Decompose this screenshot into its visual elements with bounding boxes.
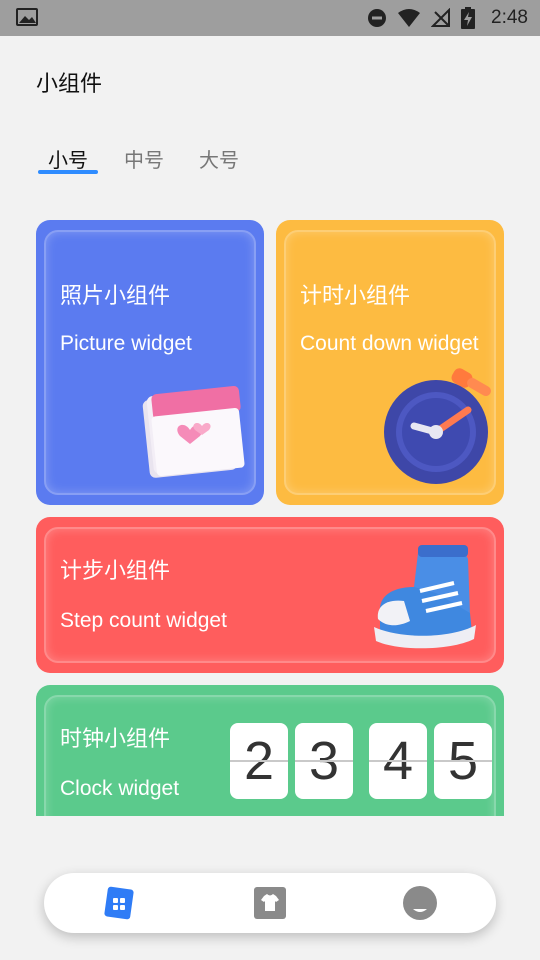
step-count-widget-card[interactable]: 计步小组件 Step count widget — [36, 517, 504, 673]
flip-digit-hour-tens: 2 — [230, 723, 288, 799]
sneaker-icon — [374, 545, 476, 649]
page-title: 小组件 — [36, 72, 103, 97]
countdown-widget-subtitle: Count down widget — [300, 332, 479, 355]
flip-digit-minute-tens: 4 — [369, 723, 427, 799]
theme-shirt-icon[interactable] — [252, 885, 288, 921]
widgets-icon[interactable] — [102, 885, 138, 921]
image-icon — [16, 8, 38, 26]
tab-large[interactable]: 大号 — [199, 144, 239, 173]
do-not-disturb-icon — [368, 9, 387, 27]
size-tabs: 小号 中号 大号 — [38, 140, 298, 180]
picture-widget-card[interactable]: 照片小组件 Picture widget — [36, 220, 264, 505]
step-widget-subtitle: Step count widget — [60, 609, 227, 632]
flip-digit-hour-ones: 3 — [295, 723, 353, 799]
step-widget-title: 计步小组件 — [60, 559, 171, 584]
flip-clock: 2 3 4 5 — [230, 723, 499, 799]
clock-widget-subtitle: Clock widget — [60, 777, 180, 800]
clock-widget-card[interactable]: 时钟小组件 Clock widget 2 3 4 5 — [36, 685, 504, 817]
stopwatch-icon — [384, 368, 491, 484]
tab-small[interactable]: 小号 — [48, 144, 88, 173]
calendar-heart-icon — [142, 385, 245, 478]
status-bar: 2:48 — [0, 0, 540, 36]
status-time: 2:48 — [491, 7, 528, 28]
countdown-widget-card[interactable]: 计时小组件 Count down widget — [276, 220, 504, 505]
active-tab-indicator — [38, 170, 98, 174]
bottom-navigation — [44, 873, 496, 933]
tab-medium[interactable]: 中号 — [124, 144, 164, 173]
countdown-widget-title: 计时小组件 — [300, 284, 411, 309]
picture-widget-title: 照片小组件 — [60, 284, 171, 309]
picture-widget-subtitle: Picture widget — [60, 332, 192, 355]
battery-charging-icon — [461, 7, 476, 29]
no-signal-icon — [431, 8, 451, 27]
flip-digit-minute-ones: 5 — [434, 723, 492, 799]
wifi-icon — [398, 9, 421, 27]
profile-icon[interactable] — [402, 885, 438, 921]
clock-widget-title: 时钟小组件 — [60, 727, 171, 752]
